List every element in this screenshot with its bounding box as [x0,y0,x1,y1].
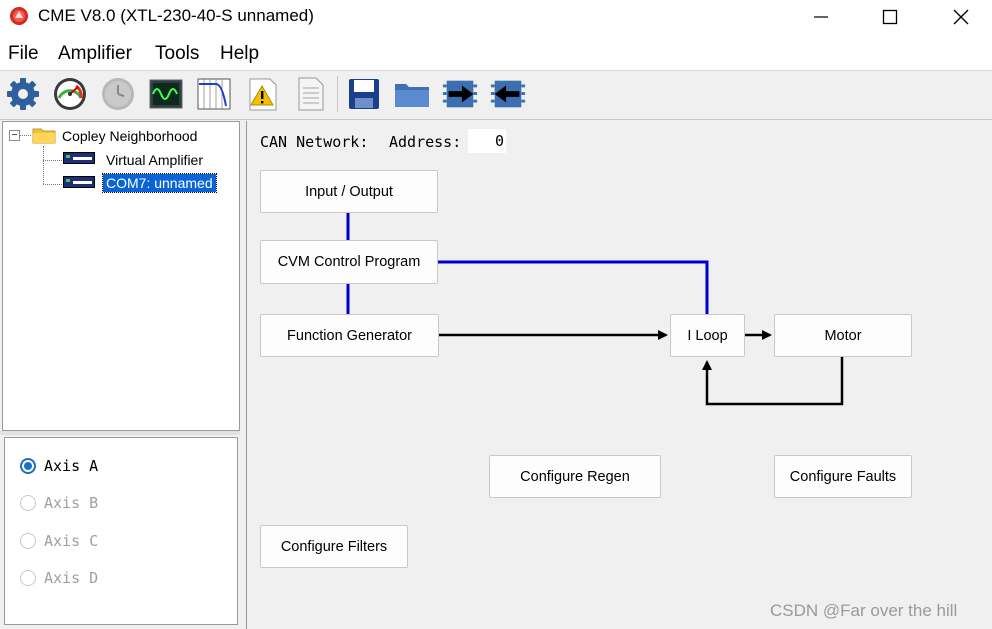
i-loop-button[interactable]: I Loop [670,314,745,357]
configure-faults-button[interactable]: Configure Faults [774,455,912,498]
motor-button[interactable]: Motor [774,314,912,357]
configure-filters-button[interactable]: Configure Filters [260,525,408,568]
input-output-button[interactable]: Input / Output [260,170,438,213]
watermark-text: CSDN @Far over the hill [770,601,958,620]
cvm-control-program-button[interactable]: CVM Control Program [260,240,438,284]
function-generator-button[interactable]: Function Generator [260,314,439,357]
configure-regen-button[interactable]: Configure Regen [489,455,661,498]
